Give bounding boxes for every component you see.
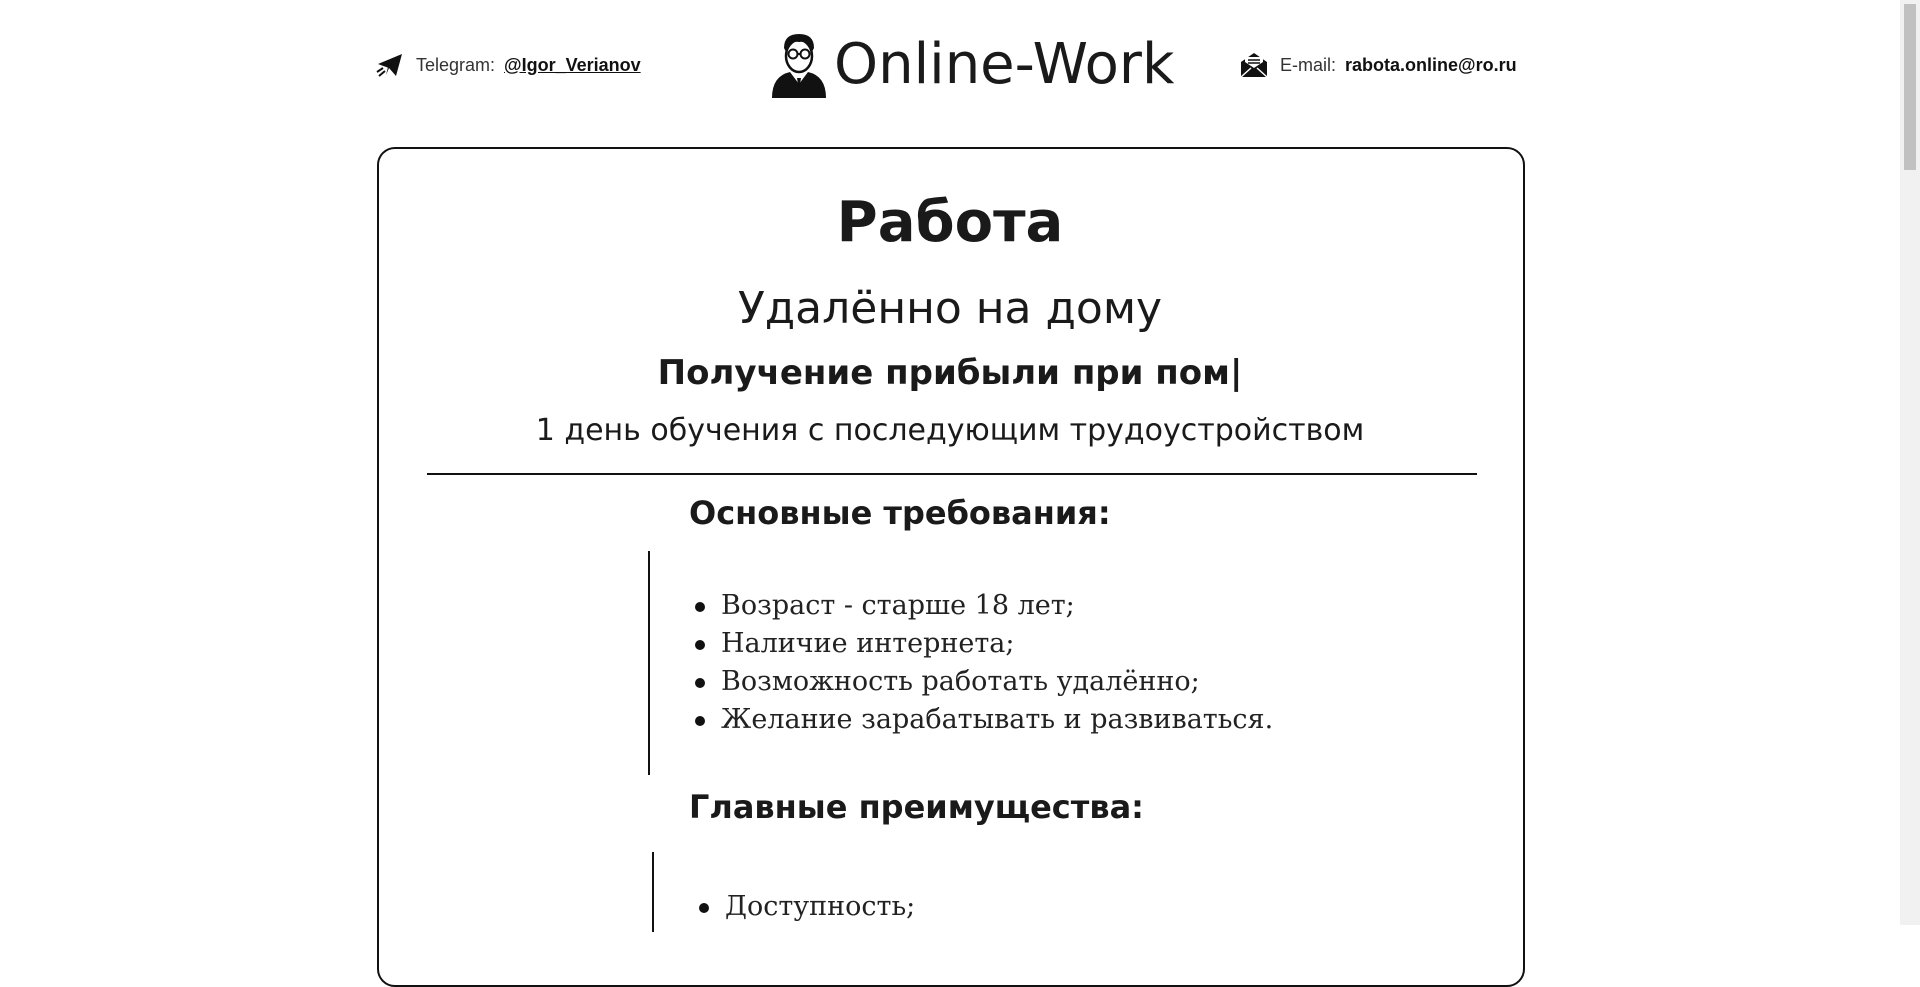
list-item: Возраст - старше 18 лет; (694, 587, 1273, 625)
page-subtitle: Удалённо на дому (737, 283, 1163, 334)
advantages-list: Доступность; (695, 888, 915, 926)
list-item: Возможность работать удалённо; (694, 663, 1273, 701)
requirements-list: Возраст - старше 18 лет; Наличие интерне… (691, 587, 1273, 739)
advantages-title: Главные преимущества: (689, 788, 1144, 826)
typing-headline: Получение прибыли при пом| (657, 353, 1243, 393)
requirements-vline (648, 551, 650, 775)
tagline: 1 день обучения с последующим трудоустро… (535, 413, 1365, 448)
advantages-vline (652, 852, 654, 932)
scrollbar-thumb[interactable] (1904, 4, 1916, 170)
page-title: Работа (836, 190, 1064, 255)
list-item: Желание зарабатывать и развиваться. (694, 701, 1273, 739)
requirements-title: Основные требования: (689, 494, 1111, 532)
divider (427, 473, 1477, 475)
page-scrollbar[interactable] (1900, 0, 1920, 925)
list-item: Доступность; (698, 888, 915, 926)
card-content: Работа Удалённо на дому Получение прибыл… (0, 0, 1900, 932)
list-item: Наличие интернета; (694, 625, 1273, 663)
